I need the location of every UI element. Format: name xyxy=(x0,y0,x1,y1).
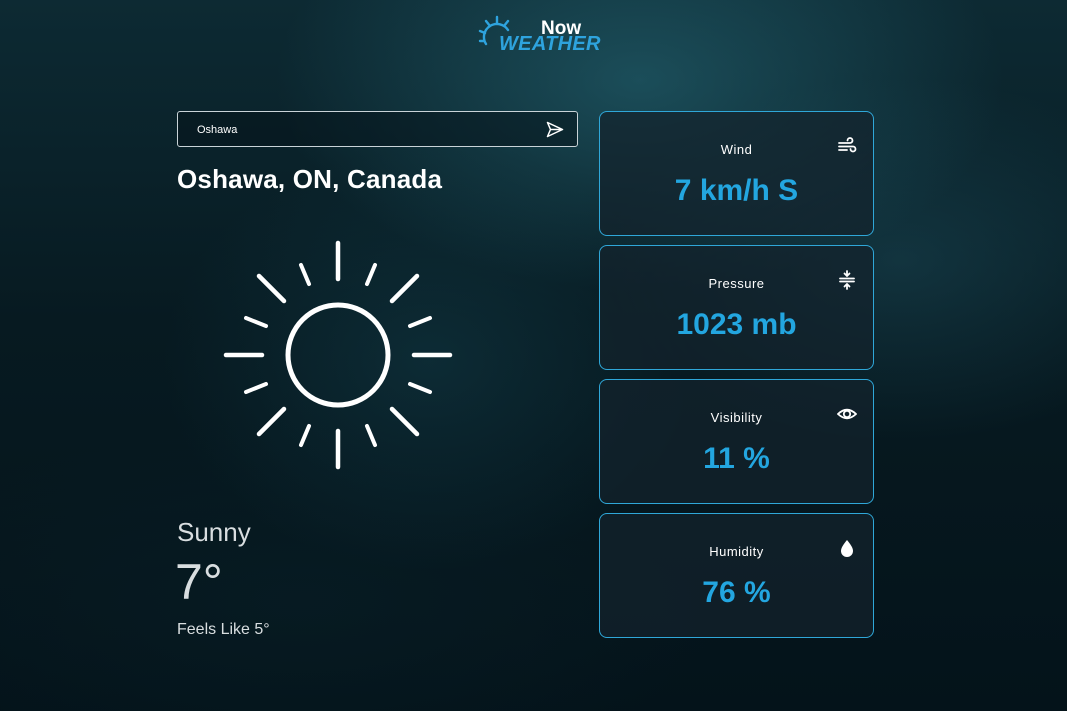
wind-value: 7 km/h S xyxy=(674,174,799,207)
visibility-value: 11 % xyxy=(703,442,770,475)
droplet-icon xyxy=(841,540,853,557)
pressure-value: 1023 mb xyxy=(676,308,797,341)
wind-card: Wind 7 km/h S xyxy=(599,111,874,236)
sun-icon xyxy=(223,240,453,470)
app-logo: Now WEATHER xyxy=(478,14,600,56)
location-title: Oshawa, ON, Canada xyxy=(177,164,443,194)
send-icon[interactable] xyxy=(546,121,564,138)
current-temperature: 7° xyxy=(175,554,223,610)
wind-label: Wind xyxy=(720,142,753,157)
pressure-label: Pressure xyxy=(708,276,765,291)
wind-icon xyxy=(838,137,857,153)
search-input[interactable] xyxy=(197,120,527,140)
eye-icon xyxy=(837,408,857,420)
pressure-card: Pressure 1023 mb xyxy=(599,245,874,370)
humidity-value: 76 % xyxy=(702,576,771,609)
search-bar xyxy=(177,111,578,147)
humidity-card: Humidity 76 % xyxy=(599,513,874,638)
logo-weather-text: WEATHER xyxy=(499,33,601,55)
humidity-label: Humidity xyxy=(709,544,764,559)
feels-like: Feels Like 5° xyxy=(177,621,270,638)
visibility-card: Visibility 11 % xyxy=(599,379,874,504)
pressure-icon xyxy=(839,270,855,290)
visibility-label: Visibility xyxy=(710,410,763,425)
weather-condition: Sunny xyxy=(177,517,251,547)
